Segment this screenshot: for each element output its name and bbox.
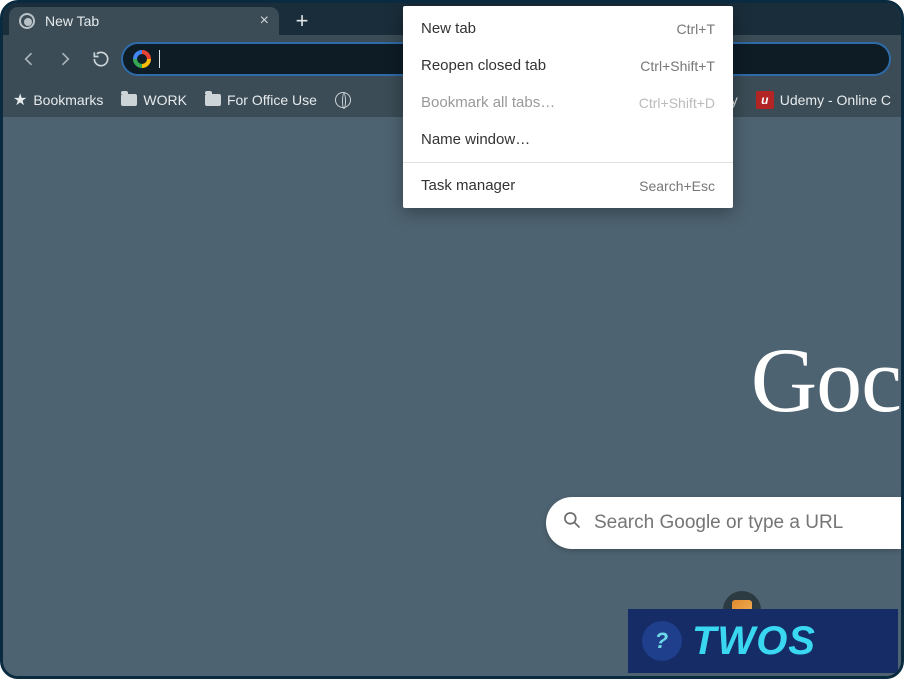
bookmarks-label: Bookmarks (33, 92, 103, 108)
google-logo-text: Goc (751, 327, 901, 433)
bookmark-folder-work[interactable]: WORK (121, 92, 187, 108)
tab-favicon-chrome-icon (19, 13, 35, 29)
context-item-reopen-tab[interactable]: Reopen closed tab Ctrl+Shift+T (403, 47, 733, 84)
context-label: Bookmark all tabs… (421, 94, 555, 111)
context-label: Name window… (421, 131, 530, 148)
context-separator (403, 162, 733, 163)
bookmark-label: Udemy - Online C (780, 92, 891, 108)
search-placeholder: Search Google or type a URL (594, 512, 843, 534)
context-label: New tab (421, 20, 476, 37)
reload-icon (91, 49, 111, 69)
bookmark-label: For Office Use (227, 92, 317, 108)
tab-context-menu: New tab Ctrl+T Reopen closed tab Ctrl+Sh… (403, 6, 733, 208)
forward-button[interactable] (49, 43, 81, 75)
bookmarks-bar-toggle[interactable]: ★ Bookmarks (13, 90, 103, 110)
browser-window: New Tab × + ★ Bookmarks WORK (0, 0, 904, 679)
context-item-task-manager[interactable]: Task manager Search+Esc (403, 167, 733, 204)
star-icon: ★ (13, 90, 27, 110)
context-shortcut: Ctrl+T (677, 21, 716, 37)
bookmark-label: WORK (143, 92, 187, 108)
folder-icon (121, 94, 137, 106)
context-item-bookmark-all: Bookmark all tabs… Ctrl+Shift+D (403, 84, 733, 121)
ntp-search-box[interactable]: Search Google or type a URL (546, 497, 901, 549)
active-tab[interactable]: New Tab × (9, 7, 279, 35)
folder-icon (205, 94, 221, 106)
reload-button[interactable] (85, 43, 117, 75)
context-label: Task manager (421, 177, 515, 194)
google-favicon-icon (133, 50, 151, 68)
watermark-overlay: ? TWOS (628, 609, 898, 673)
context-shortcut: Ctrl+Shift+T (640, 58, 715, 74)
arrow-left-icon (19, 49, 39, 69)
context-item-new-tab[interactable]: New tab Ctrl+T (403, 10, 733, 47)
text-cursor (159, 50, 160, 68)
watermark-lightbulb-icon: ? (642, 621, 682, 661)
globe-icon (335, 92, 351, 108)
plus-icon: + (296, 8, 309, 34)
context-shortcut: Ctrl+Shift+D (639, 95, 715, 111)
back-button[interactable] (13, 43, 45, 75)
tab-close-button[interactable]: × (260, 12, 269, 30)
watermark-text: TWOS (692, 619, 816, 664)
arrow-right-icon (55, 49, 75, 69)
bookmark-folder-office[interactable]: For Office Use (205, 92, 317, 108)
new-tab-button[interactable]: + (285, 7, 319, 35)
bookmark-udemy[interactable]: u Udemy - Online C (756, 91, 891, 109)
search-icon (562, 510, 582, 536)
tab-title: New Tab (45, 13, 250, 29)
bookmark-site-generic[interactable] (335, 92, 351, 108)
context-label: Reopen closed tab (421, 57, 546, 74)
udemy-icon: u (756, 91, 774, 109)
context-item-name-window[interactable]: Name window… (403, 121, 733, 158)
context-shortcut: Search+Esc (639, 178, 715, 194)
